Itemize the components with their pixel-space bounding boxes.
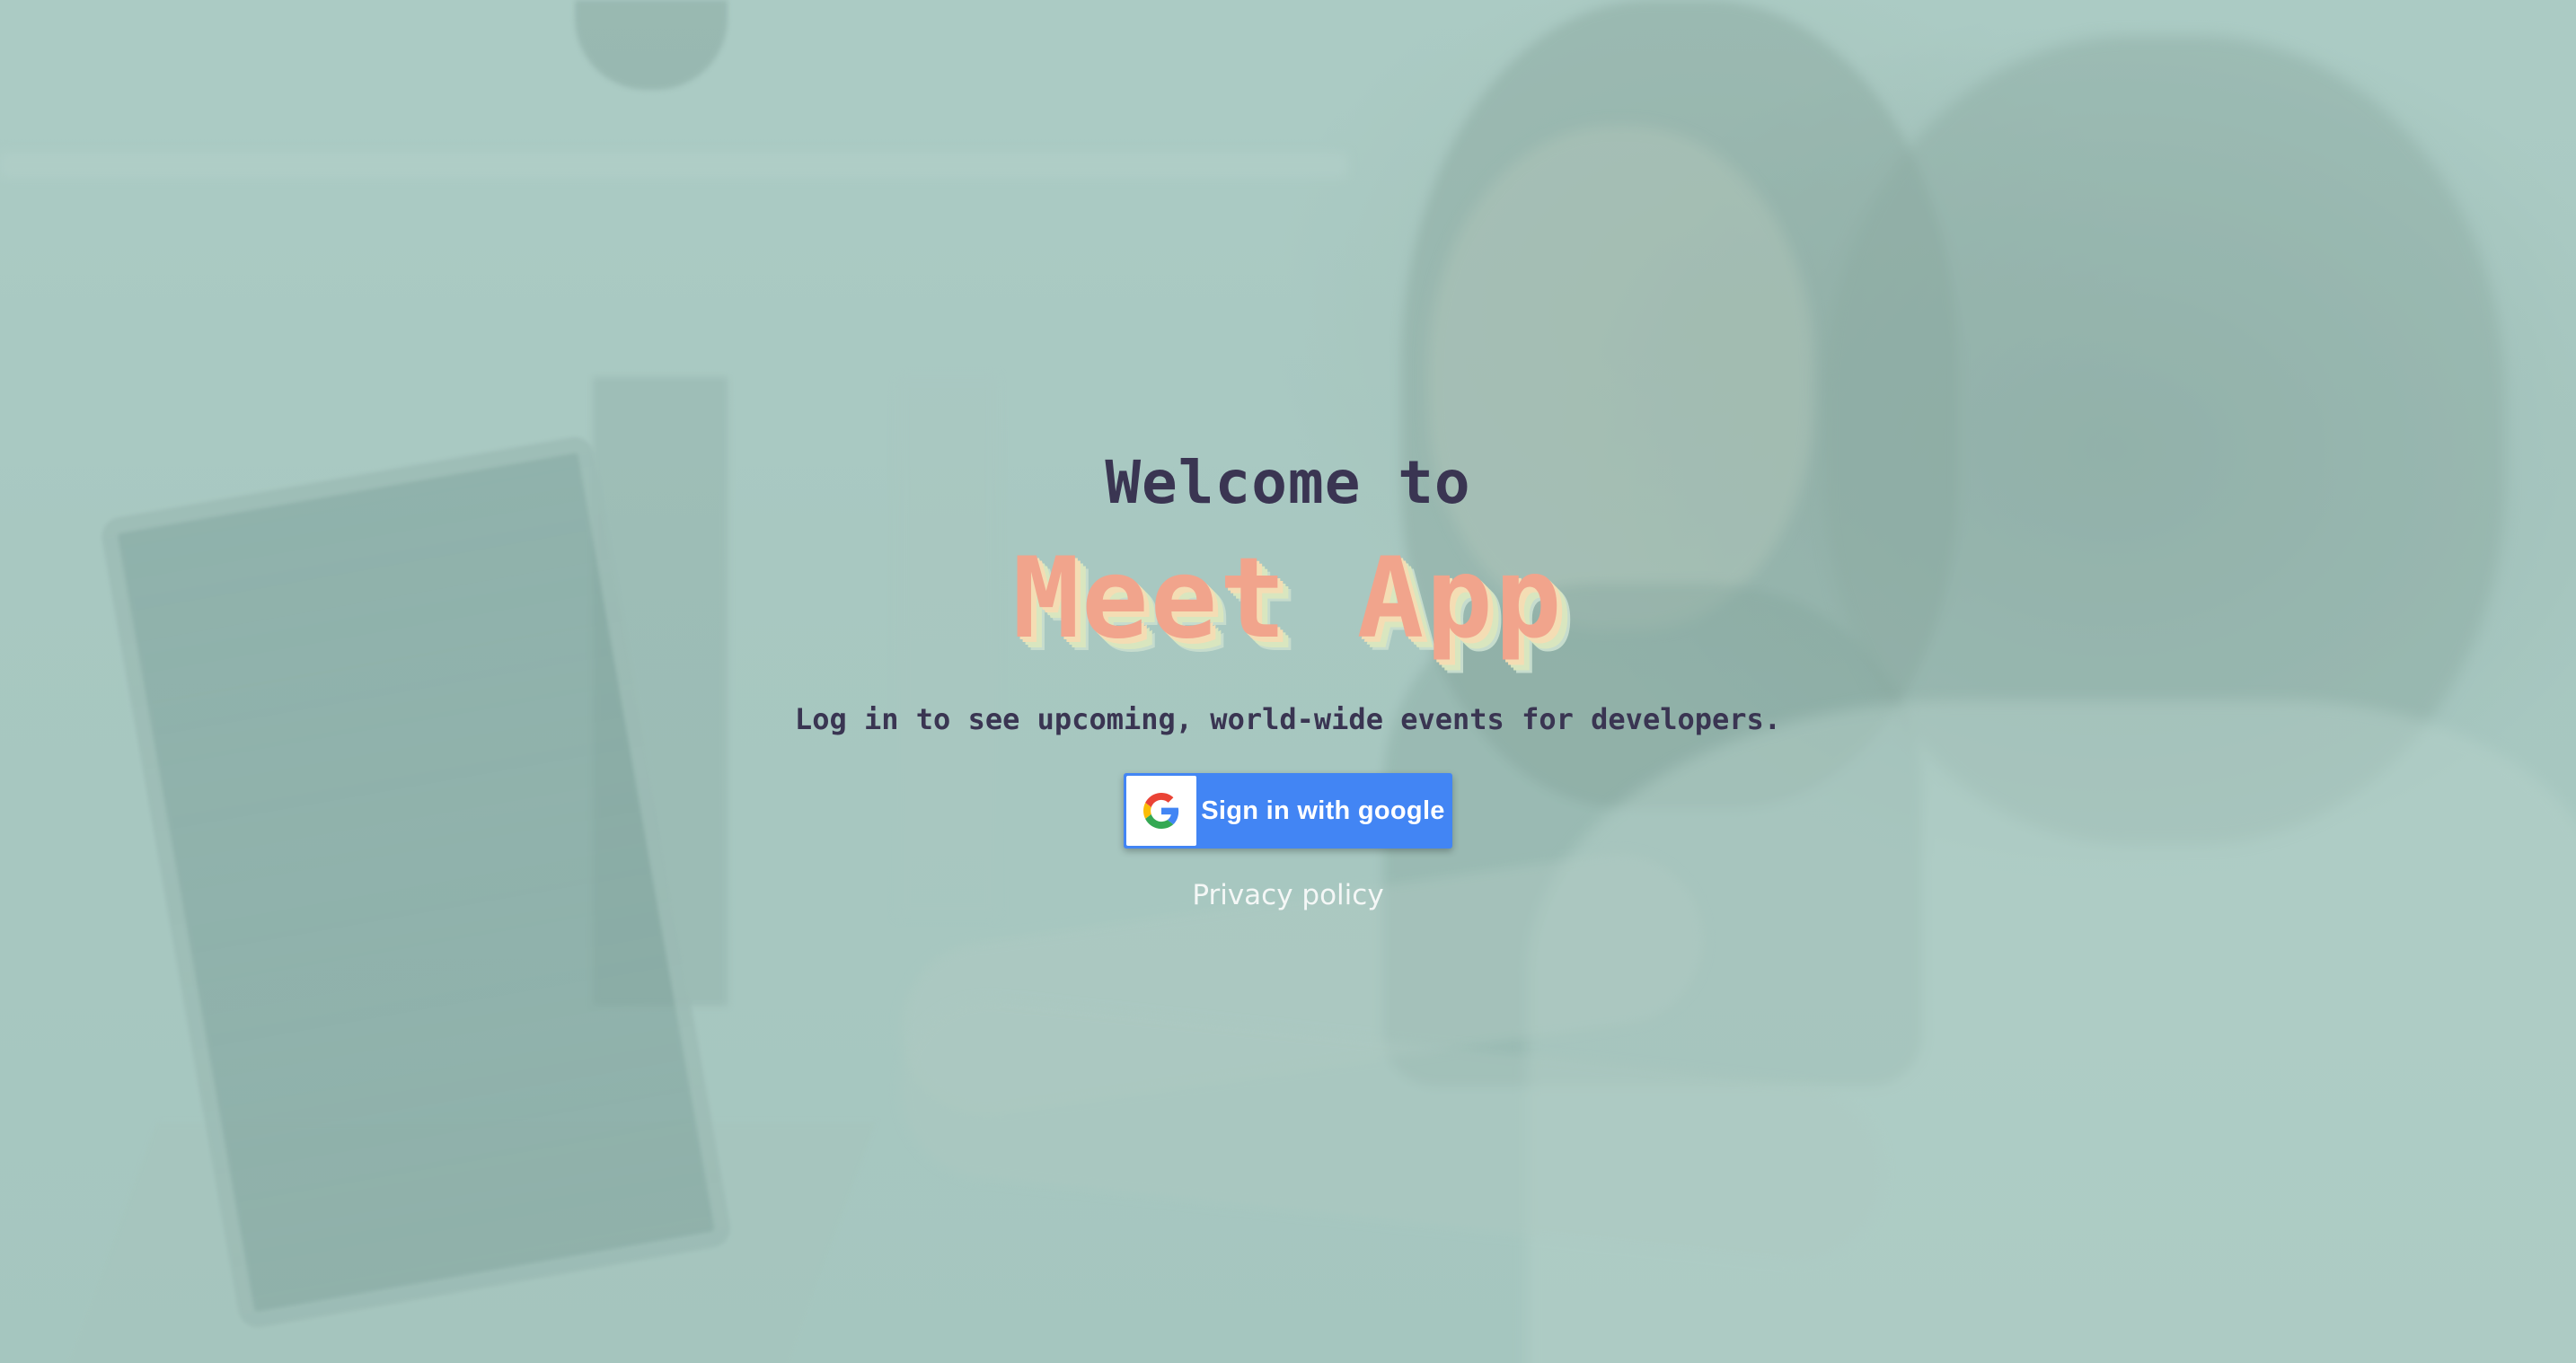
welcome-screen: Welcome to Meet App Log in to see upcomi… [0,448,2576,912]
tagline: Log in to see upcoming, world-wide event… [794,702,1782,736]
google-signin-button[interactable]: Sign in with google [1124,773,1452,849]
google-g-icon [1143,793,1179,829]
welcome-heading: Welcome to [1105,448,1471,517]
google-signin-label: Sign in with google [1201,796,1445,825]
app-title: Meet App [1012,534,1564,664]
privacy-policy-link[interactable]: Privacy policy [1192,879,1383,911]
google-icon-container [1126,776,1196,846]
